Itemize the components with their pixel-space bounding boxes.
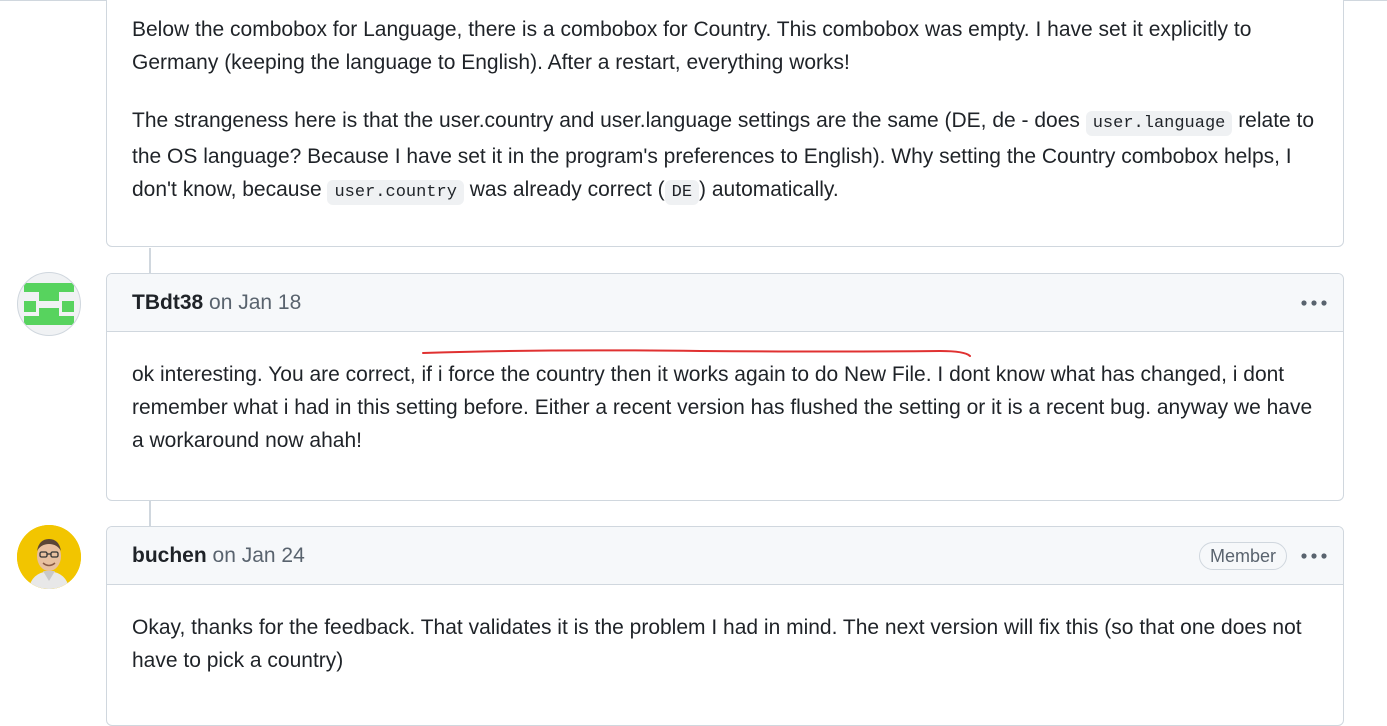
header-actions: Member <box>1198 541 1329 570</box>
comment-text: Okay, thanks for the feedback. That vali… <box>132 616 1302 672</box>
comment-body: ok interesting. You are correct, if i fo… <box>107 332 1343 457</box>
author-link[interactable]: TBdt38 <box>132 291 203 314</box>
timeline-connector <box>149 501 151 526</box>
text-segment: was already correct ( <box>463 178 665 201</box>
comment-meta: TBdt38 on Jan 18 <box>132 291 301 315</box>
comment-card-tbdt38: TBdt38 on Jan 18 ok interesting. You are… <box>106 273 1344 501</box>
comment-body: Okay, thanks for the feedback. That vali… <box>107 585 1343 677</box>
comment-timestamp[interactable]: on Jan 18 <box>209 291 301 314</box>
comment-timestamp[interactable]: on Jan 24 <box>213 544 305 567</box>
person-photo <box>17 525 81 589</box>
text-segment: The strangeness here is that the user.co… <box>132 109 1086 132</box>
timeline-connector <box>149 248 151 273</box>
header-actions <box>1299 293 1329 313</box>
comment-header: TBdt38 on Jan 18 <box>107 274 1343 332</box>
comment-paragraph: Below the combobox for Language, there i… <box>132 13 1318 79</box>
comment-card-previous: Below the combobox for Language, there i… <box>106 0 1344 247</box>
kebab-horizontal-icon[interactable] <box>1299 293 1329 313</box>
identicon-avatar[interactable] <box>17 272 81 336</box>
kebab-horizontal-icon[interactable] <box>1299 546 1329 566</box>
author-link[interactable]: buchen <box>132 544 207 567</box>
inline-code: user.country <box>327 180 464 205</box>
inline-code: user.language <box>1085 111 1233 136</box>
user-photo-avatar[interactable] <box>17 525 81 589</box>
comment-card-buchen: buchen on Jan 24 Member Okay, thanks for… <box>106 526 1344 726</box>
identicon-pattern <box>24 283 74 325</box>
text-segment: Below the combobox for Language, there i… <box>132 18 1252 74</box>
comment-text: ok interesting. You are correct, if i fo… <box>132 363 1313 452</box>
comment-body: Below the combobox for Language, there i… <box>107 0 1343 209</box>
comment-header: buchen on Jan 24 Member <box>107 527 1343 585</box>
comment-meta: buchen on Jan 24 <box>132 544 305 568</box>
role-badge: Member <box>1198 541 1287 570</box>
inline-code: DE <box>664 180 700 205</box>
text-segment: ) automatically. <box>699 178 839 201</box>
comment-paragraph: The strangeness here is that the user.co… <box>132 104 1318 209</box>
